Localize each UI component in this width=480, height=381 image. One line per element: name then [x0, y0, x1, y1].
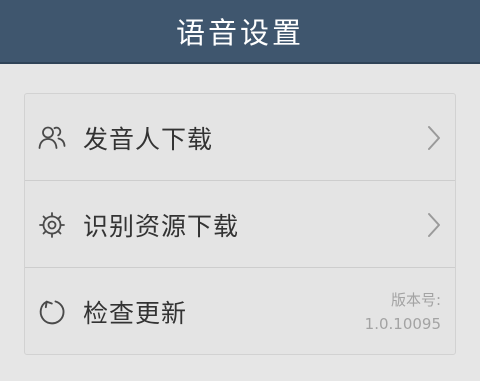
- version-value: 1.0.10095: [364, 314, 441, 333]
- recognition-resource-download-item[interactable]: 识别资源下载: [25, 181, 455, 268]
- gear-icon: [37, 210, 67, 240]
- chevron-right-icon: [425, 124, 443, 152]
- refresh-icon: [37, 297, 67, 327]
- check-update-label: 检查更新: [83, 298, 188, 328]
- check-update-item[interactable]: 检查更新 版本号: 1.0.10095: [25, 268, 455, 354]
- page-title: 语音设置: [175, 16, 304, 50]
- speaker-download-item[interactable]: 发音人下载: [25, 94, 455, 181]
- chevron-right-icon: [425, 211, 443, 239]
- version-info: 版本号: 1.0.10095: [365, 288, 441, 336]
- version-label: 版本号:: [390, 290, 441, 309]
- title-bar: 语音设置: [0, 0, 480, 64]
- speaker-download-label: 发音人下载: [83, 124, 214, 154]
- recognition-resource-download-label: 识别资源下载: [83, 211, 240, 241]
- settings-card: 发音人下载 识别资源下载 检查更新 版本号: 1.0.10095: [24, 93, 456, 355]
- people-icon: [37, 123, 67, 153]
